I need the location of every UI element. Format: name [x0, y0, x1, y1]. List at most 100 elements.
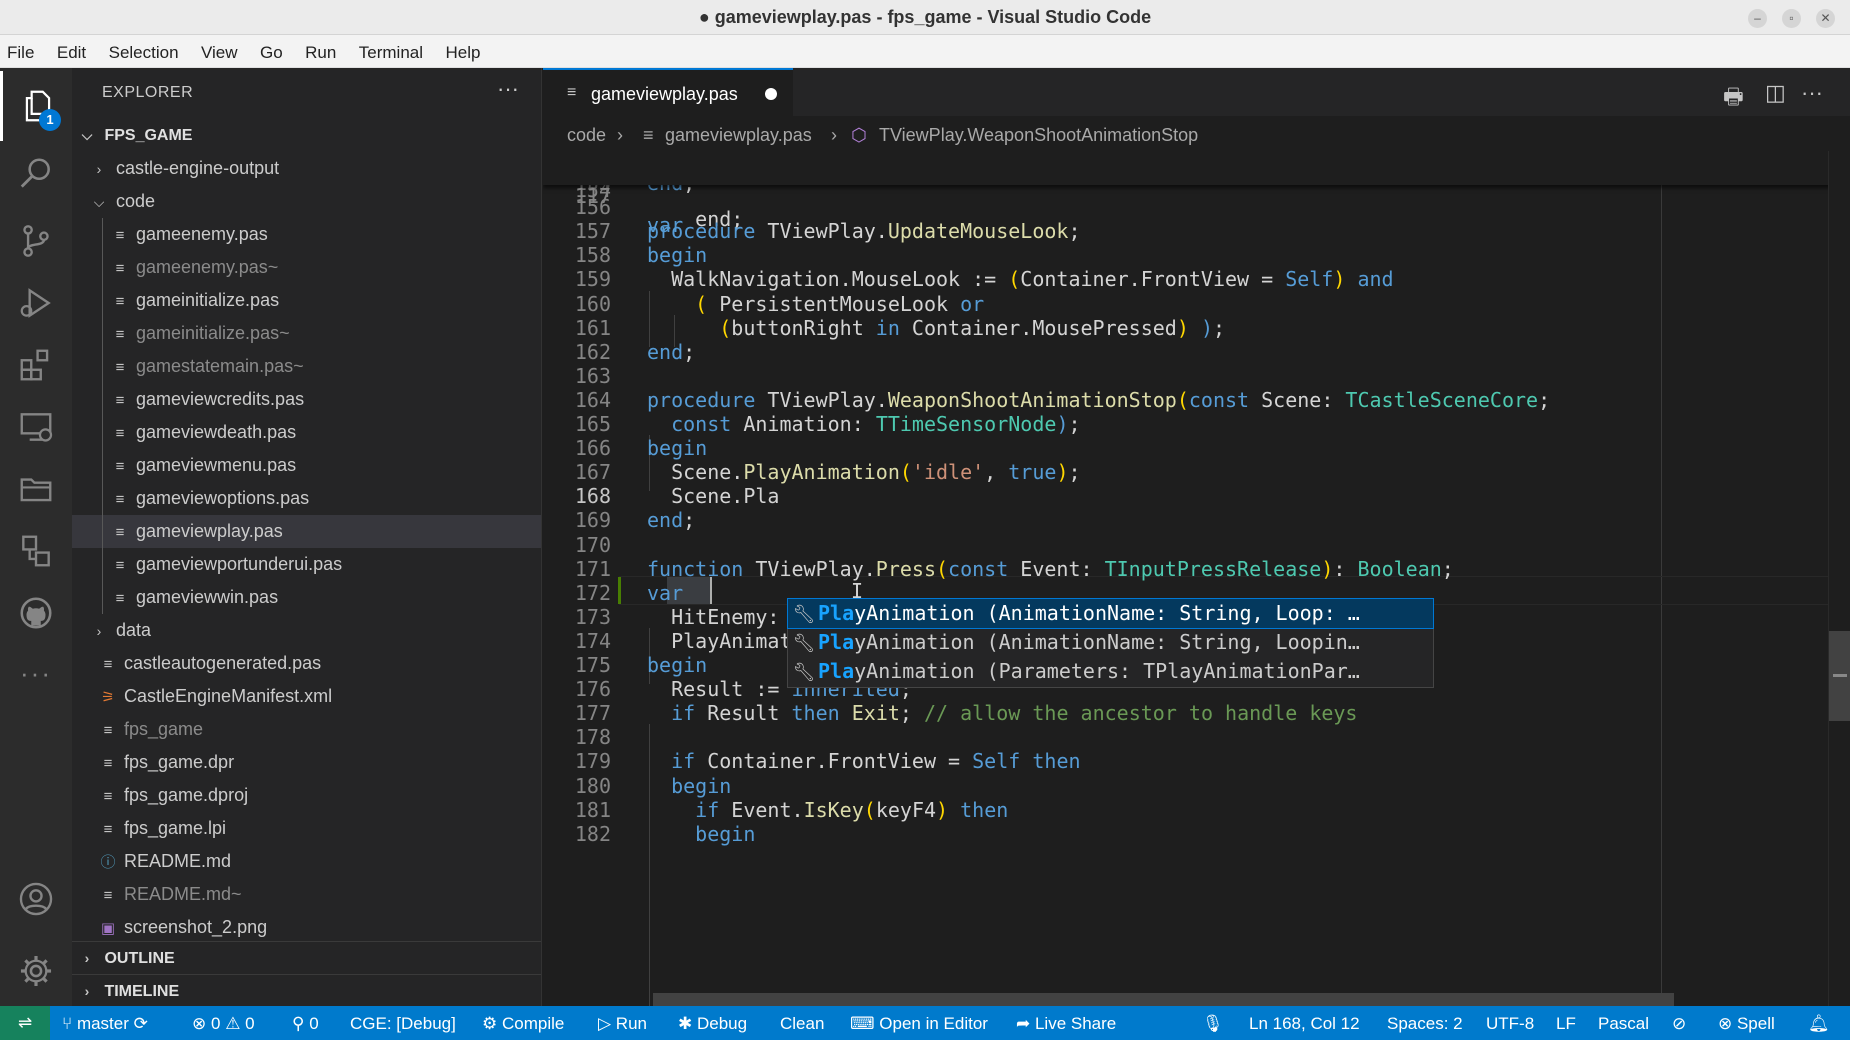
branch-status[interactable]: ⑂ master ⟳ — [62, 1014, 148, 1034]
search-activity[interactable] — [0, 139, 72, 209]
indentation-status[interactable]: Spaces: 2 — [1387, 1014, 1463, 1034]
tree-item-label: gameviewdeath.pas — [136, 422, 297, 442]
remote-indicator[interactable]: ⇌ — [0, 1006, 50, 1040]
containers-activity[interactable] — [0, 516, 72, 586]
menu-terminal[interactable]: Terminal — [359, 35, 423, 63]
close-window-button[interactable]: ✕ — [1816, 9, 1835, 28]
menu-run[interactable]: Run — [305, 35, 336, 63]
file-item[interactable]: ≡ gameviewdeath.pas — [72, 416, 541, 449]
spell-status[interactable]: ⊗ Spell — [1718, 1014, 1775, 1034]
file-lines-icon: ≡ — [115, 359, 125, 376]
folder-item[interactable]: › data — [72, 614, 541, 647]
menu-edit[interactable]: Edit — [57, 35, 86, 63]
line-text: WalkNavigation.MouseLook := (Container.F… — [647, 267, 1394, 291]
eol-status[interactable]: LF — [1556, 1014, 1576, 1034]
manage-activity[interactable] — [0, 936, 72, 1006]
live-share-button[interactable]: ➦ Live Share — [1016, 1014, 1116, 1034]
file-item[interactable]: ≡ README.md~ — [72, 878, 541, 911]
file-item[interactable]: ≡ gameviewcredits.pas — [72, 383, 541, 416]
file-item[interactable]: ≡ fps_game.lpi — [72, 812, 541, 845]
file-item[interactable]: ≡ gameinitialize.pas~ — [72, 317, 541, 350]
suggestion-item[interactable]: 🔧︎ PlayAnimation (AnimationName: String, … — [788, 628, 1433, 657]
menu-go[interactable]: Go — [260, 35, 283, 63]
file-item[interactable]: ≡ gameviewwin.pas — [72, 581, 541, 614]
sticky-scroll-header[interactable]: 117 var — [543, 151, 1850, 237]
vertical-scrollbar[interactable] — [1828, 151, 1850, 1006]
clean-button[interactable]: Clean — [780, 1014, 824, 1034]
breadcrumb-folder[interactable]: code — [567, 125, 606, 146]
file-item[interactable]: ≡ castleautogenerated.pas — [72, 647, 541, 680]
workspace-root[interactable]: ⌵ FPS_GAME — [72, 119, 541, 152]
tree-item-label: README.md — [124, 851, 232, 871]
language-mode[interactable]: Pascal — [1598, 1014, 1649, 1034]
file-item[interactable]: ≡ gameviewportunderui.pas — [72, 548, 541, 581]
file-lines-icon: ≡ — [115, 293, 125, 310]
run-debug-activity[interactable] — [0, 268, 72, 338]
file-item[interactable]: ≡ gameviewoptions.pas — [72, 482, 541, 515]
notifications-bell-icon[interactable]: 🔔︎ — [1808, 1014, 1830, 1034]
tree-item-label: gameviewwin.pas — [136, 587, 279, 607]
file-item[interactable]: ≡ gameenemy.pas — [72, 218, 541, 251]
folders-activity[interactable] — [0, 454, 72, 524]
tree-item-label: fps_game.dproj — [124, 785, 249, 805]
file-lines-icon: ≡ — [115, 260, 125, 277]
more-activity[interactable]: ··· — [0, 638, 72, 708]
file-item[interactable]: ≡ gameenemy.pas~ — [72, 251, 541, 284]
file-item[interactable]: ≡ fps_game.dproj — [72, 779, 541, 812]
cursor-position[interactable]: Ln 168, Col 12 — [1249, 1014, 1360, 1034]
extensions-activity[interactable] — [0, 330, 72, 400]
suggestion-item[interactable]: 🔧︎ PlayAnimation (AnimationName: String, … — [787, 598, 1434, 629]
debug-button[interactable]: ✱ Debug — [678, 1014, 747, 1034]
code-line: 161 (buttonRight in Container.MousePress… — [543, 316, 1850, 340]
maximize-button[interactable]: ▫ — [1782, 9, 1801, 28]
accounts-activity[interactable] — [0, 864, 72, 934]
minimize-button[interactable]: – — [1748, 9, 1767, 28]
horizontal-scrollbar[interactable] — [653, 993, 1674, 1006]
file-lines-icon: ≡ — [103, 656, 113, 673]
run-button[interactable]: ▷ Run — [598, 1014, 647, 1034]
line-text: var — [647, 581, 684, 605]
code-line: 159 WalkNavigation.MouseLook := (Contain… — [543, 267, 1850, 291]
file-item[interactable]: ≡ gameinitialize.pas — [72, 284, 541, 317]
suggestion-item[interactable]: 🔧︎ PlayAnimation (Parameters: TPlayAnimat… — [788, 657, 1433, 686]
print-icon[interactable]: 🖶 — [1723, 80, 1744, 118]
file-item[interactable]: ≡ gamestatemain.pas~ — [72, 350, 541, 383]
file-item[interactable]: ▣ screenshot_2.png — [72, 911, 541, 944]
cge-status[interactable]: CGE: [Debug] — [350, 1014, 456, 1034]
breadcrumb-file[interactable]: gameviewplay.pas — [665, 125, 812, 146]
tab-gameviewplay[interactable]: ≡ gameviewplay.pas — [543, 68, 793, 116]
problems-status[interactable]: ⊗ 0 ⚠ 0 — [192, 1014, 255, 1034]
eye-off-icon[interactable]: ⊘ — [1672, 1014, 1686, 1034]
editor-more-icon[interactable]: ··· — [1801, 80, 1823, 106]
open-in-editor-button[interactable]: ⌨ Open in Editor — [850, 1014, 988, 1034]
microphone-icon[interactable]: 🎙︎ — [1202, 1014, 1224, 1034]
menu-help[interactable]: Help — [445, 35, 480, 63]
file-item[interactable]: ≡ fps_game — [72, 713, 541, 746]
ports-status[interactable]: ⚲ 0 — [292, 1014, 319, 1034]
explorer-activity[interactable]: 1 — [0, 71, 72, 141]
file-item[interactable]: ⓘ README.md — [72, 845, 541, 878]
timeline-section[interactable]: › TIMELINE — [72, 974, 541, 1007]
breadcrumb-symbol[interactable]: TViewPlay.WeaponShootAnimationStop — [879, 125, 1198, 146]
encoding-status[interactable]: UTF-8 — [1486, 1014, 1534, 1034]
file-item[interactable]: ≡ gameviewmenu.pas — [72, 449, 541, 482]
menu-selection[interactable]: Selection — [109, 35, 179, 63]
menu-file[interactable]: File — [7, 35, 34, 63]
menu-view[interactable]: View — [201, 35, 238, 63]
outline-section[interactable]: › OUTLINE — [72, 941, 541, 974]
line-text: begin — [695, 822, 756, 846]
unsaved-dot-icon[interactable] — [765, 88, 777, 100]
folder-item[interactable]: ⌵ code — [72, 185, 541, 218]
folder-item[interactable]: › castle-engine-output — [72, 152, 541, 185]
source-control-activity[interactable] — [0, 206, 72, 276]
tree-indent-guide — [102, 284, 103, 317]
split-editor-icon[interactable]: ◫ — [1765, 80, 1786, 106]
file-item[interactable]: ≡ fps_game.dpr — [72, 746, 541, 779]
remote-explorer-activity[interactable] — [0, 392, 72, 462]
compile-button[interactable]: ⚙ Compile — [482, 1014, 564, 1034]
explorer-more-icon[interactable]: ··· — [497, 76, 519, 102]
file-item[interactable]: ≡ gameviewplay.pas — [72, 515, 541, 548]
code-editor[interactable]: 154 end; 155end;156157procedure TViewPla… — [543, 151, 1850, 1006]
file-item[interactable]: ⚞ CastleEngineManifest.xml — [72, 680, 541, 713]
tree-indent-guide — [102, 449, 103, 482]
